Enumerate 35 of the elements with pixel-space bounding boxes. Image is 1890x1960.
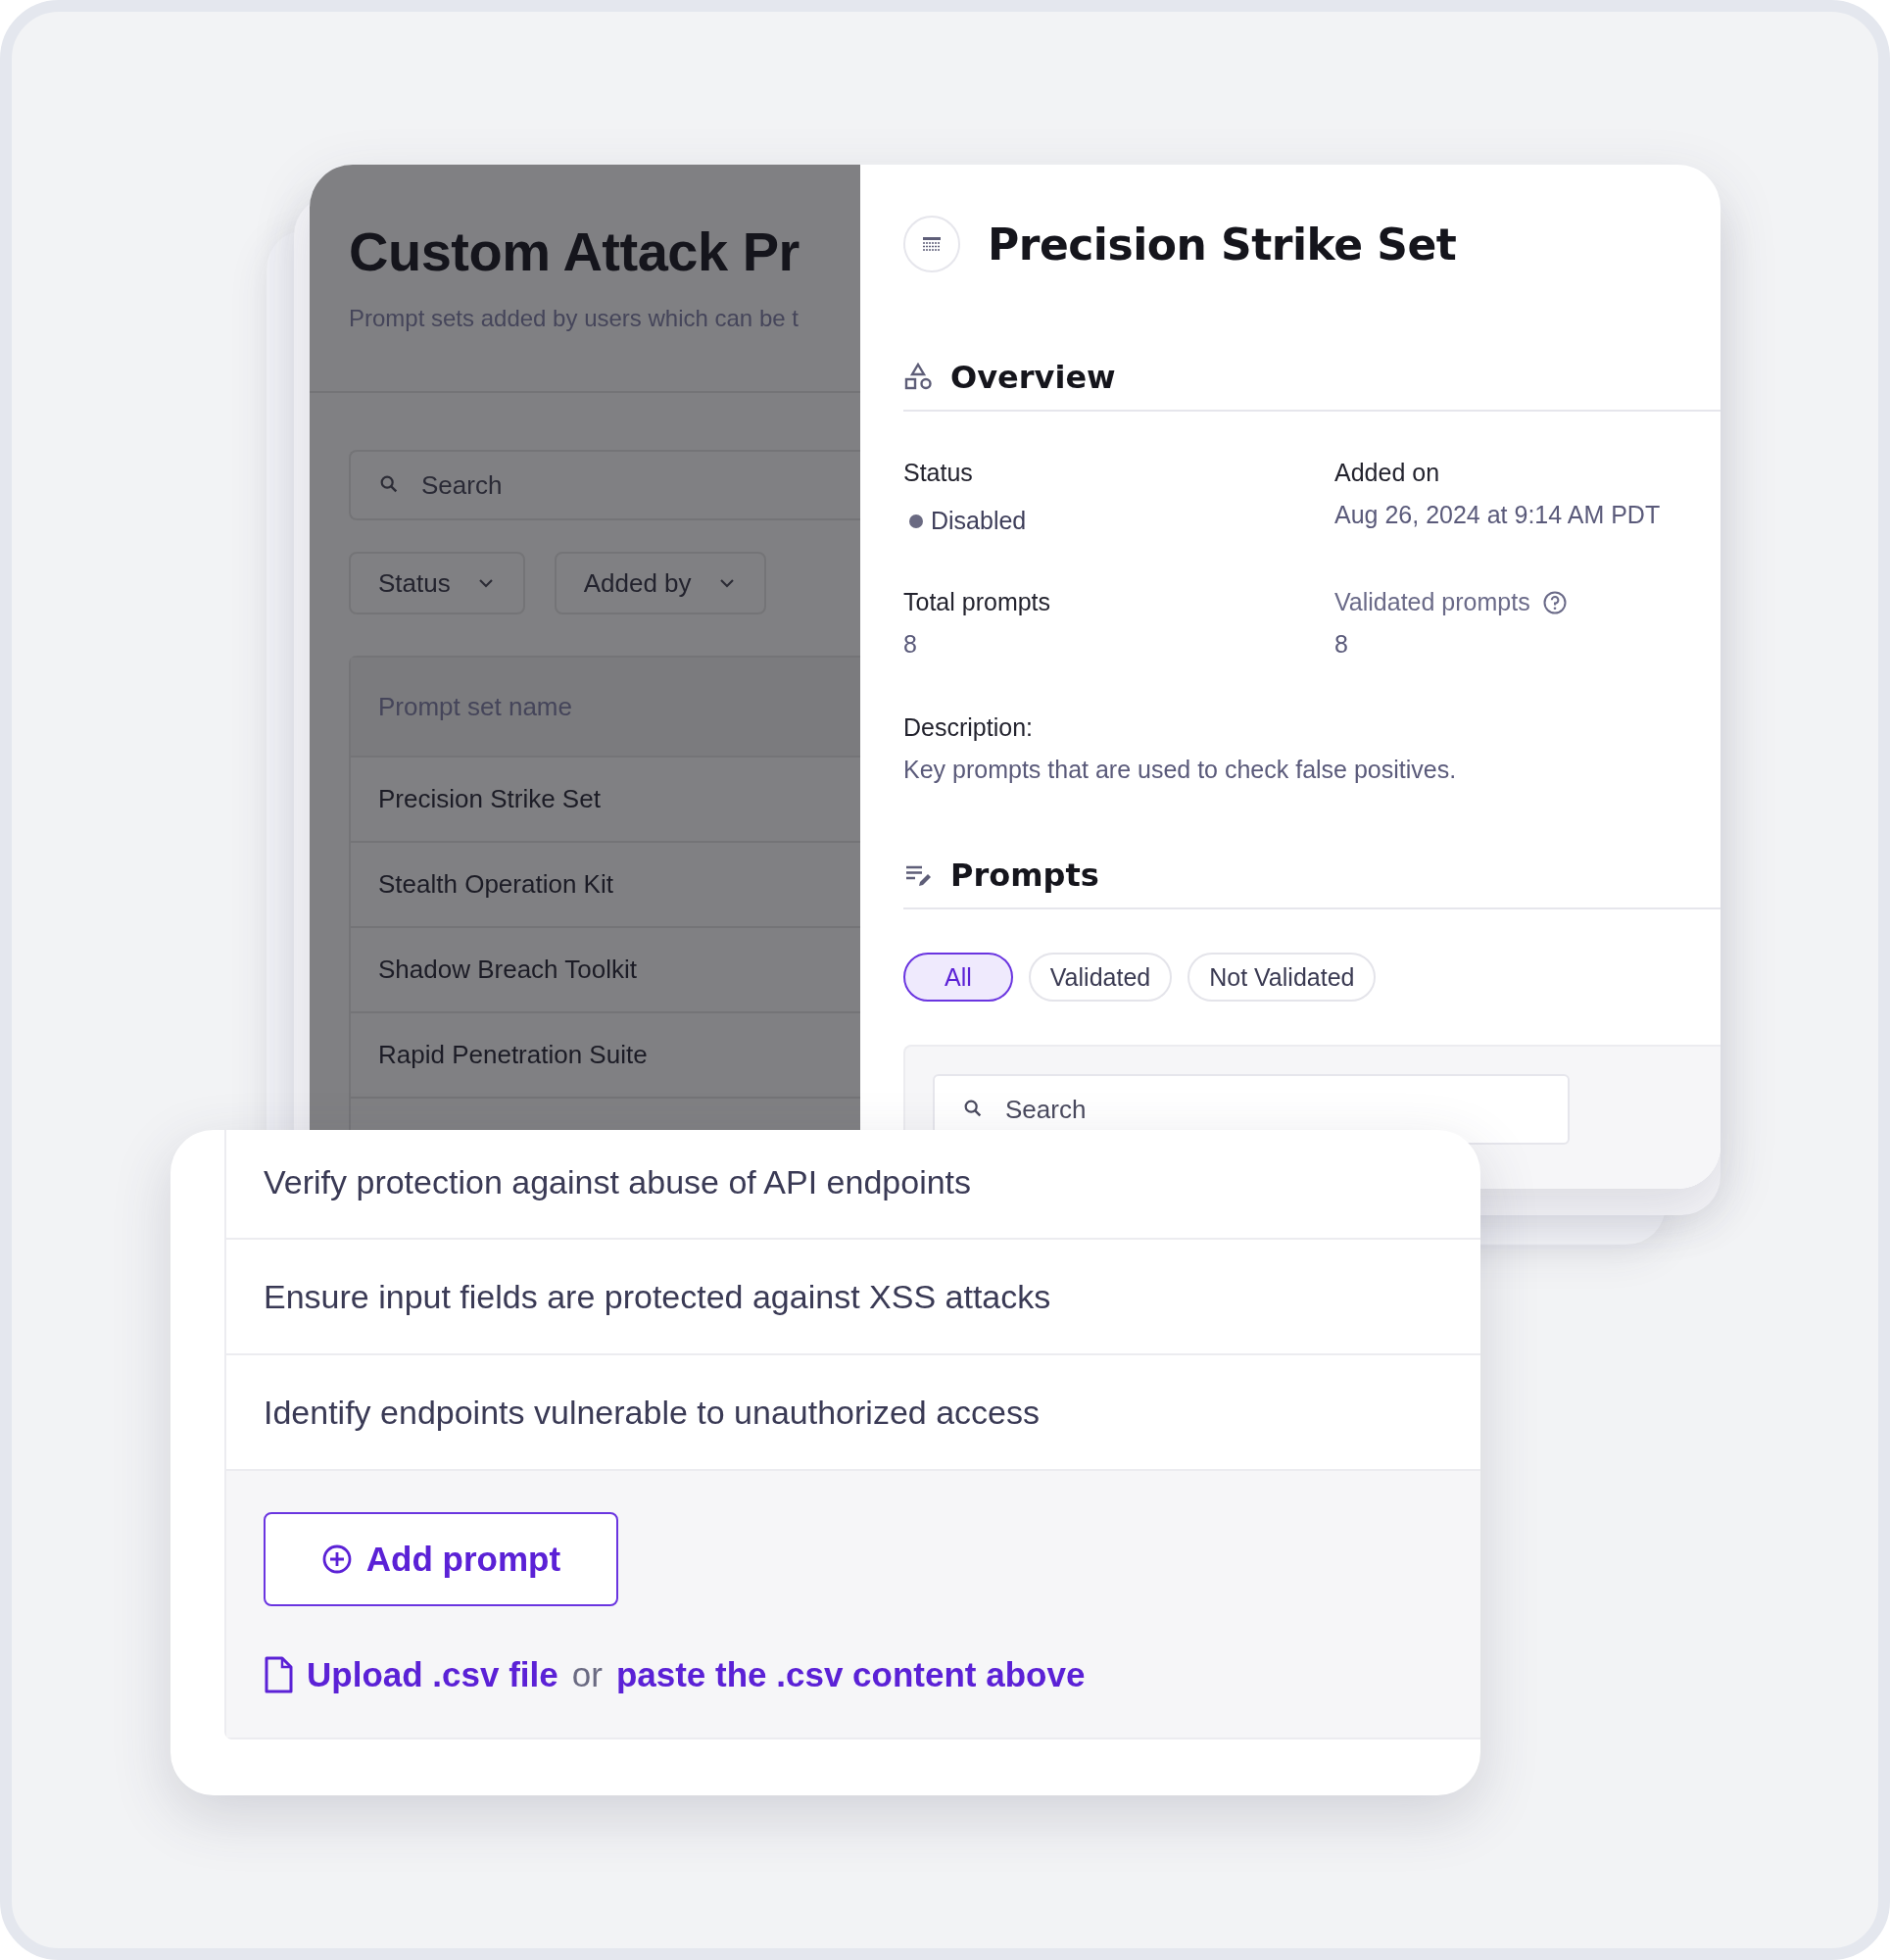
upload-link[interactable]: Upload .csv file	[307, 1655, 558, 1694]
filter-chip[interactable]: All	[903, 953, 1013, 1002]
filter-dropdown[interactable]: Added by	[554, 552, 766, 614]
section-heading: Overview	[950, 359, 1116, 396]
page-title: Custom Attack Pr	[349, 220, 800, 283]
help-icon[interactable]	[1541, 589, 1568, 615]
add-prompt-button[interactable]: Add prompt	[264, 1512, 618, 1606]
panel-title: Precision Strike Set	[988, 219, 1457, 270]
prompt-item[interactable]: Verify protection against abuse of API endpoints	[226, 1130, 1480, 1240]
filter-chip[interactable]: Validated	[1028, 953, 1173, 1002]
page-subtitle: Prompt sets added by users which can be t	[349, 305, 800, 332]
paste-link[interactable]: paste the .csv content above	[615, 1655, 1086, 1694]
status-value: Disabled	[931, 507, 1027, 535]
shapes-icon	[903, 363, 933, 392]
search-field[interactable]: Search	[349, 450, 860, 520]
section-heading: Prompts	[950, 857, 1099, 894]
field-label: Added on	[1334, 459, 1440, 487]
plus-circle-icon	[320, 1544, 353, 1575]
status-dot	[909, 514, 923, 528]
field-label: Status	[903, 459, 973, 487]
field-value: 8	[1334, 630, 1349, 659]
search-icon	[378, 473, 400, 495]
field-label: Validated prompts	[1334, 588, 1530, 616]
separator-text: or	[571, 1655, 603, 1694]
table-icon	[903, 216, 960, 272]
file-icon	[264, 1656, 293, 1693]
field-label: Total prompts	[903, 588, 1051, 616]
prompt-item[interactable]: Ensure input fields are protected against XSS attacks	[226, 1240, 1480, 1355]
field-value: Aug 26, 2024 at 9:14 AM PDT	[1334, 501, 1662, 529]
search-icon	[962, 1098, 984, 1119]
field-value: 8	[903, 630, 918, 659]
filter-dropdown[interactable]: Status	[349, 552, 525, 614]
description-text: Key prompts that are used to check false positives.	[903, 756, 1458, 784]
field-label: Description:	[903, 713, 1034, 742]
filter-chip[interactable]: Not Validated	[1187, 953, 1377, 1002]
